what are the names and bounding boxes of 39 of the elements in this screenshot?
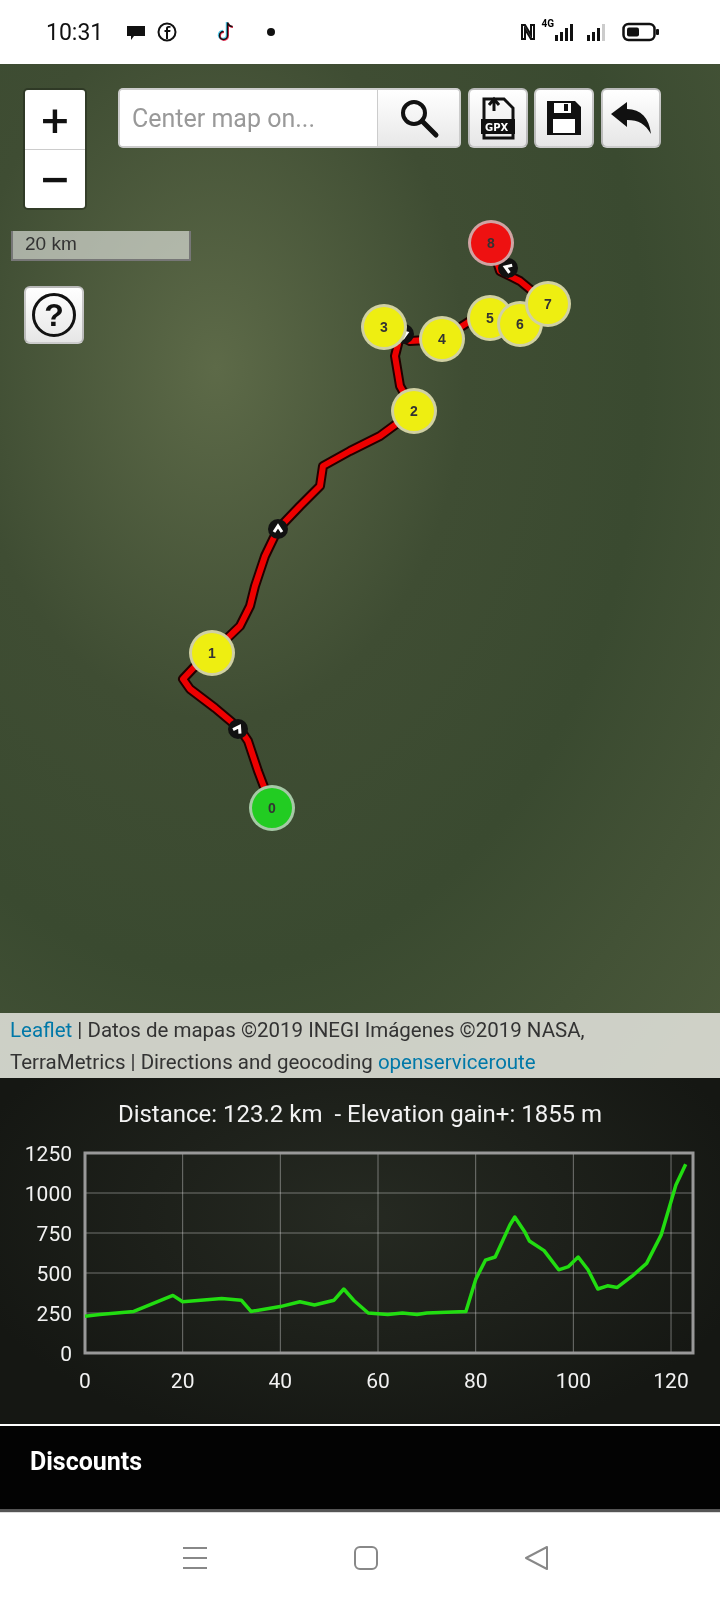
x-axis-tick-label: 0 <box>79 1369 91 1393</box>
y-axis-tick-label: 250 <box>36 1302 72 1326</box>
menu-icon[interactable] <box>182 1544 208 1571</box>
undo-arrow-icon <box>609 100 653 136</box>
route-summary-text: Distance: 123.2 km - Elevation gain+: 1855 m <box>116 1100 604 1128</box>
zoom-in-button[interactable]: + <box>25 90 85 149</box>
nfc-icon <box>519 22 538 42</box>
x-axis-tick-label: 100 <box>555 1369 592 1393</box>
undo-button[interactable] <box>601 88 661 148</box>
scale-bar: 20 km <box>11 231 191 261</box>
help-button[interactable]: ? <box>24 286 84 344</box>
back-icon[interactable] <box>524 1544 550 1571</box>
y-axis-tick-label: 500 <box>36 1262 72 1286</box>
y-axis-tick-label: 750 <box>36 1222 72 1246</box>
facebook-icon <box>157 22 178 42</box>
search-button[interactable] <box>377 90 459 146</box>
save-button[interactable] <box>534 88 594 148</box>
y-axis-tick-label: 1000 <box>24 1182 72 1206</box>
zoom-out-button[interactable]: − <box>25 149 85 208</box>
clock-time: 10:31 <box>46 18 104 46</box>
x-axis-tick-label: 20 <box>170 1369 195 1393</box>
signal-strength-icon <box>554 22 574 42</box>
x-axis-tick-label: 60 <box>366 1369 390 1393</box>
y-axis-tick-label: 0 <box>60 1342 72 1366</box>
signal-strength-icon <box>586 22 608 42</box>
attribution-text: Leaflet | Datos de mapas ©2019 INEGI Imágenes ©2019 NASA, TerraMetrics | Directions and geocoding openserviceroute <box>0 1013 720 1078</box>
x-axis-tick-label: 120 <box>653 1369 689 1393</box>
y-axis-tick-label: 1250 <box>24 1142 72 1166</box>
x-axis-tick-label: 80 <box>463 1369 488 1393</box>
dot-icon <box>267 28 276 36</box>
gpx-label: GPX <box>485 122 509 133</box>
save-icon <box>545 99 583 137</box>
battery-icon <box>622 21 660 43</box>
network-type-label: 4G <box>541 18 554 29</box>
gpx-upload-button[interactable]: GPX <box>468 88 528 148</box>
home-square-icon[interactable] <box>353 1544 379 1571</box>
file-upload-icon <box>478 95 518 141</box>
x-axis-tick-label: 40 <box>268 1369 293 1393</box>
search-field[interactable]: Center map on... <box>118 88 461 148</box>
